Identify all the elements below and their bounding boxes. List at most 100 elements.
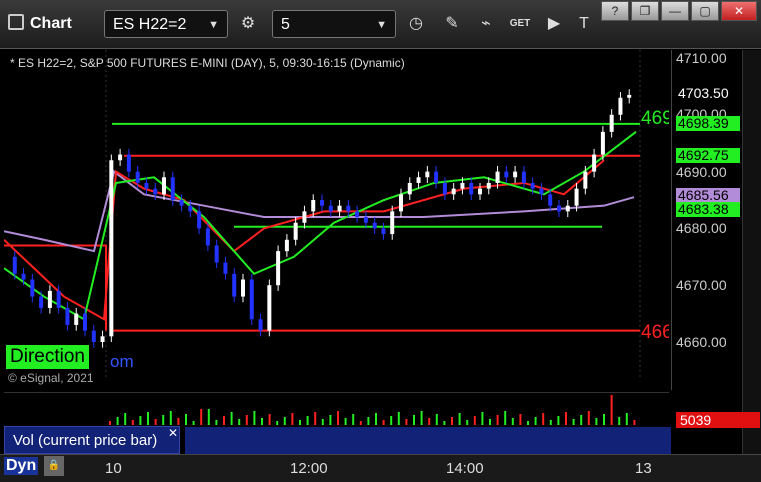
candle-body [65, 307, 70, 325]
candle-body [83, 313, 87, 331]
volume-bar [268, 414, 271, 425]
candle-body [504, 171, 509, 178]
candle-body [56, 290, 61, 308]
candle-body [162, 177, 166, 195]
candle-body [258, 319, 263, 331]
direction-label: Direction [6, 345, 89, 369]
candle-body [372, 222, 377, 229]
y-tick: 4690.00 [676, 164, 727, 180]
candle-body [30, 279, 35, 297]
candle-body [574, 188, 579, 206]
volume-bar [169, 411, 172, 425]
toolbar: Chart ES H22=2 ▼ ⚙ 5 ▼ ◷ ✎ ⌁ GET ▶ T ? ❐ —… [0, 0, 761, 49]
volume-bar [230, 412, 233, 425]
candle-body [12, 256, 17, 274]
volume-bar [473, 416, 476, 425]
moving-average-green [3, 131, 637, 321]
candle-body [302, 211, 307, 223]
volume-bar [496, 415, 499, 425]
candle-body [188, 205, 193, 212]
candle-body [451, 188, 456, 195]
candle-body [284, 239, 289, 252]
price-chart[interactable] [3, 50, 669, 380]
settings-icon[interactable]: ⚙ [234, 10, 262, 38]
volume-bar [344, 418, 347, 425]
volume-bar [420, 411, 423, 425]
get-button[interactable]: GET [506, 10, 534, 38]
text-tool-icon[interactable]: T [570, 10, 598, 38]
volume-bar [633, 420, 636, 425]
volume-bar [527, 421, 529, 425]
volume-bar [306, 416, 309, 425]
candle-body [153, 188, 158, 195]
close-button[interactable]: ✕ [721, 1, 757, 21]
volume-bar [329, 415, 332, 425]
volume-bar [625, 413, 628, 425]
volume-bar [504, 411, 507, 425]
symbol-value: ES H22=2 [113, 16, 187, 33]
volume-bar [162, 415, 165, 425]
candle-body [276, 251, 281, 286]
x-tick: 10 [105, 460, 122, 477]
candle-body [381, 228, 386, 235]
candle-body [100, 336, 105, 342]
dyn-label[interactable]: Dyn [4, 457, 39, 475]
volume-bar [215, 420, 218, 425]
volume-bar [618, 417, 621, 425]
minimize-button[interactable]: — [661, 1, 689, 21]
volume-bar [557, 416, 560, 425]
volume-bar [109, 421, 111, 425]
volume-panel[interactable] [4, 392, 669, 425]
volume-bar [116, 417, 119, 425]
maximize-button[interactable]: ▢ [691, 1, 719, 21]
lock-icon[interactable]: 🔒 [44, 456, 64, 476]
volume-bar [481, 412, 484, 425]
candle-body [355, 211, 360, 218]
volume-bar [405, 419, 408, 425]
candle-body [337, 205, 342, 212]
volume-bar [261, 418, 263, 425]
volume-bar [276, 421, 279, 425]
volume-bar [572, 419, 575, 425]
pencil-icon[interactable]: ✎ [438, 10, 466, 38]
candle-body [583, 171, 588, 189]
volume-bar [390, 416, 393, 425]
volume-bar [603, 414, 605, 425]
volume-bar [359, 421, 362, 425]
candle-body [521, 171, 526, 183]
y-tick: 4710.00 [676, 50, 727, 66]
candle-body [223, 262, 228, 274]
volume-bar [511, 418, 514, 425]
volume-bar [580, 415, 583, 425]
chevron-down-icon[interactable]: ▼ [208, 11, 219, 39]
candle-body [320, 200, 324, 206]
volume-bar [519, 414, 522, 425]
volume-bar [139, 416, 142, 425]
clock-icon[interactable]: ◷ [402, 10, 430, 38]
app-title: Chart [8, 14, 72, 33]
volume-bar [451, 417, 453, 425]
volume-bar [314, 412, 317, 425]
help-button[interactable]: ? [601, 1, 629, 21]
candle-body [530, 182, 535, 189]
volume-bar [610, 395, 613, 425]
interval-combo[interactable]: 5 ▼ [272, 10, 396, 38]
candle-body [416, 177, 421, 183]
x-tick: 13 [635, 460, 652, 477]
restore-button[interactable]: ❐ [631, 1, 659, 21]
play-icon[interactable]: ▶ [540, 10, 568, 38]
close-icon[interactable]: ✕ [168, 426, 178, 440]
candle-body [513, 171, 518, 178]
volume-bar [542, 413, 545, 425]
candle-body [363, 217, 368, 223]
candle-body [214, 245, 219, 263]
candle-body [609, 114, 614, 132]
candle-body [311, 200, 316, 212]
study-icon[interactable]: ⌁ [472, 10, 500, 38]
candle-body [179, 200, 184, 206]
symbol-combo[interactable]: ES H22=2 ▼ [104, 10, 228, 38]
chevron-down-icon[interactable]: ▼ [376, 11, 387, 39]
volume-bar [397, 412, 400, 425]
volume-bar [207, 409, 210, 425]
x-tick: 12:00 [290, 460, 328, 477]
